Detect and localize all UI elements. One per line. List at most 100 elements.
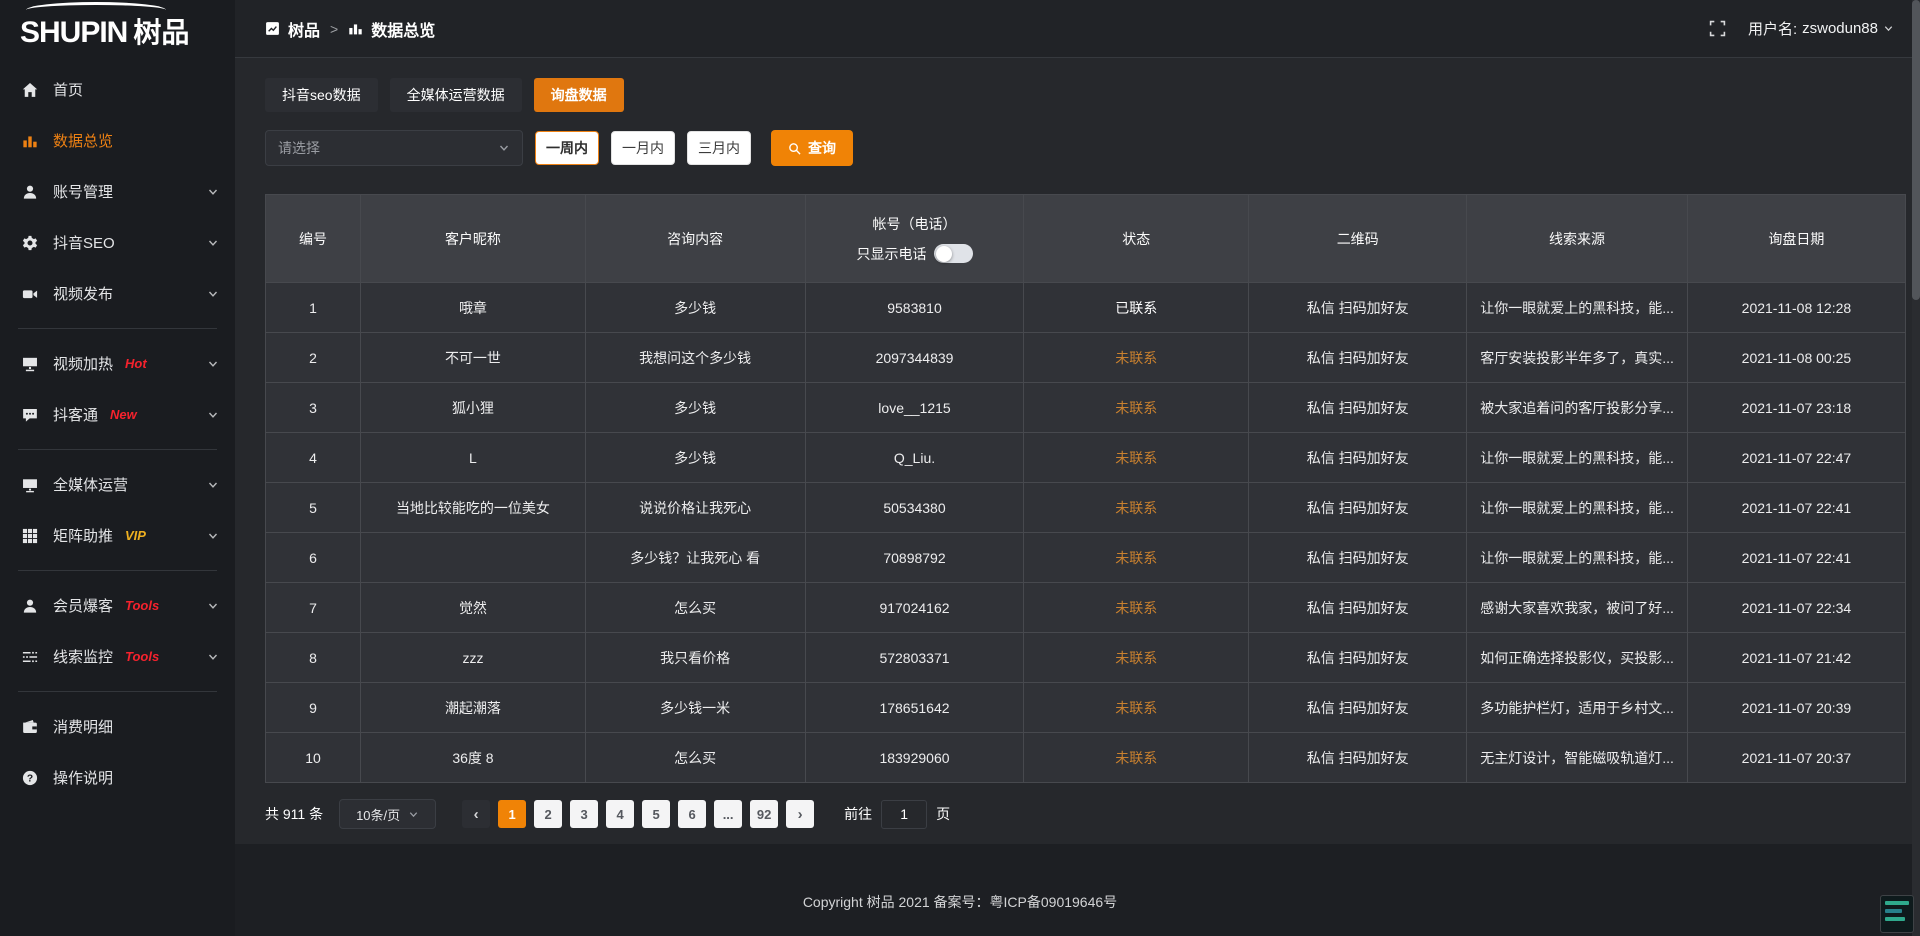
data-tab[interactable]: 全媒体运营数据	[390, 78, 522, 112]
cell-source-link[interactable]: 无主灯设计，智能磁吸轨道灯...	[1467, 733, 1688, 783]
screen-icon	[22, 356, 40, 372]
sidebar-item[interactable]: 抖音SEO	[0, 217, 235, 268]
cell-source-link[interactable]: 让你一眼就爱上的黑科技，能...	[1467, 483, 1688, 533]
table-row: 8 zzz 我只看价格 572803371 未联系 私信 扫码加好友 如何正确选…	[266, 633, 1906, 683]
table-row: 3 狐小狸 多少钱 love__1215 未联系 私信 扫码加好友 被大家追着问…	[266, 383, 1906, 433]
cell-date: 2021-11-07 20:39	[1687, 683, 1905, 733]
sidebar-item[interactable]: 全媒体运营	[0, 459, 235, 510]
cell-source-link[interactable]: 让你一眼就爱上的黑科技，能...	[1467, 433, 1688, 483]
cell-status: 未联系	[1024, 683, 1249, 733]
sidebar-item-label: 线索监控	[53, 646, 113, 667]
sidebar-item[interactable]: 会员爆客 Tools	[0, 580, 235, 631]
sidebar-item[interactable]: 矩阵助推 VIP	[0, 510, 235, 561]
user-menu[interactable]: 用户名: zswodun88	[1748, 18, 1894, 39]
sidebar-item[interactable]: 线索监控 Tools	[0, 631, 235, 682]
page-number-button[interactable]: 92	[750, 800, 778, 828]
cell-source-link[interactable]: 让你一眼就爱上的黑科技，能...	[1467, 533, 1688, 583]
cell-content: 怎么买	[585, 733, 805, 783]
sidebar-item-label: 矩阵助推	[53, 525, 113, 546]
goto-page-input[interactable]	[881, 800, 927, 829]
cell-qrcode-links[interactable]: 私信 扫码加好友	[1249, 633, 1467, 683]
page-size-select[interactable]: 10条/页	[339, 799, 436, 829]
sidebar-item[interactable]: 消费明细	[0, 701, 235, 752]
cell-content: 我只看价格	[585, 633, 805, 683]
data-tab[interactable]: 抖音seo数据	[265, 78, 378, 112]
toggle-knob	[936, 246, 952, 262]
page-number-button[interactable]: 4	[606, 800, 634, 828]
cell-source-link[interactable]: 让你一眼就爱上的黑科技，能...	[1467, 283, 1688, 333]
cell-qrcode-links[interactable]: 私信 扫码加好友	[1249, 483, 1467, 533]
cell-nickname: 当地比较能吃的一位美女	[361, 483, 586, 533]
cell-qrcode-links[interactable]: 私信 扫码加好友	[1249, 533, 1467, 583]
goto-unit: 页	[936, 804, 950, 824]
sidebar-item[interactable]: ? 操作说明	[0, 752, 235, 803]
column-header-source: 线索来源	[1467, 195, 1688, 283]
page-number-button[interactable]: 5	[642, 800, 670, 828]
cell-no: 10	[266, 733, 361, 783]
date-range-button[interactable]: 一月内	[611, 131, 675, 165]
cell-source-link[interactable]: 多功能护栏灯，适用于乡村文...	[1467, 683, 1688, 733]
sidebar-item[interactable]: 数据总览	[0, 115, 235, 166]
cell-source-link[interactable]: 感谢大家喜欢我家，被问了好...	[1467, 583, 1688, 633]
cell-content: 我想问这个多少钱	[585, 333, 805, 383]
table-row: 4 L 多少钱 Q_Liu. 未联系 私信 扫码加好友 让你一眼就爱上的黑科技，…	[266, 433, 1906, 483]
sidebar-item[interactable]: 抖客通 New	[0, 389, 235, 440]
cell-date: 2021-11-07 22:34	[1687, 583, 1905, 633]
page-number-button[interactable]: 3	[570, 800, 598, 828]
prev-page-button[interactable]: ‹	[462, 800, 490, 828]
cell-date: 2021-11-07 23:18	[1687, 383, 1905, 433]
cell-qrcode-links[interactable]: 私信 扫码加好友	[1249, 683, 1467, 733]
cell-date: 2021-11-07 22:41	[1687, 533, 1905, 583]
cell-no: 4	[266, 433, 361, 483]
sidebar-item[interactable]: 首页	[0, 64, 235, 115]
fullscreen-icon[interactable]	[1709, 20, 1726, 37]
breadcrumb: 树品 > 数据总览	[265, 17, 435, 41]
next-page-button[interactable]: ›	[786, 800, 814, 828]
total-count: 共 911 条	[265, 804, 323, 824]
search-button[interactable]: 查询	[771, 130, 853, 166]
column-header-content: 咨询内容	[585, 195, 805, 283]
column-header-nickname: 客户昵称	[361, 195, 586, 283]
cell-status: 已联系	[1024, 283, 1249, 333]
cell-qrcode-links[interactable]: 私信 扫码加好友	[1249, 433, 1467, 483]
cell-qrcode-links[interactable]: 私信 扫码加好友	[1249, 283, 1467, 333]
floating-widget[interactable]	[1880, 895, 1914, 933]
sidebar: SHUPIN 树品 首页 数据总览	[0, 0, 235, 936]
scrollbar-thumb[interactable]	[1912, 0, 1920, 300]
data-tab[interactable]: 询盘数据	[534, 78, 624, 112]
breadcrumb-current[interactable]: 数据总览	[371, 17, 435, 41]
member-icon	[22, 598, 40, 614]
page-number-button[interactable]: 6	[678, 800, 706, 828]
sidebar-item[interactable]: 视频发布	[0, 268, 235, 319]
page-number-button[interactable]: 1	[498, 800, 526, 828]
filter-select[interactable]: 请选择	[265, 130, 523, 166]
page-number-button[interactable]: 2	[534, 800, 562, 828]
video-camera-icon	[22, 286, 40, 302]
column-header-no: 编号	[266, 195, 361, 283]
cell-qrcode-links[interactable]: 私信 扫码加好友	[1249, 333, 1467, 383]
sidebar-item-label: 操作说明	[53, 767, 113, 788]
monitor-icon	[22, 477, 40, 493]
sidebar-item-badge: Tools	[125, 649, 159, 664]
breadcrumb-root[interactable]: 树品	[288, 17, 320, 41]
cell-content: 多少钱	[585, 433, 805, 483]
chevron-down-icon	[207, 186, 219, 198]
column-header-qrcode: 二维码	[1249, 195, 1467, 283]
date-range-button[interactable]: 一周内	[535, 131, 599, 165]
search-icon	[788, 142, 801, 155]
cell-qrcode-links[interactable]: 私信 扫码加好友	[1249, 383, 1467, 433]
cell-source-link[interactable]: 如何正确选择投影仪，买投影...	[1467, 633, 1688, 683]
sidebar-item[interactable]: 视频加热 Hot	[0, 338, 235, 389]
phone-only-toggle[interactable]	[934, 244, 973, 263]
page-scrollbar	[1912, 0, 1920, 936]
sidebar-item[interactable]: 账号管理	[0, 166, 235, 217]
cell-source-link[interactable]: 客厅安装投影半年多了，真实...	[1467, 333, 1688, 383]
cell-source-link[interactable]: 被大家追着问的客厅投影分享...	[1467, 383, 1688, 433]
page-number-button[interactable]: ...	[714, 800, 742, 828]
cell-qrcode-links[interactable]: 私信 扫码加好友	[1249, 583, 1467, 633]
user-icon	[22, 184, 40, 200]
cell-qrcode-links[interactable]: 私信 扫码加好友	[1249, 733, 1467, 783]
cell-nickname	[361, 533, 586, 583]
chevron-down-icon	[498, 142, 510, 154]
date-range-button[interactable]: 三月内	[687, 131, 751, 165]
